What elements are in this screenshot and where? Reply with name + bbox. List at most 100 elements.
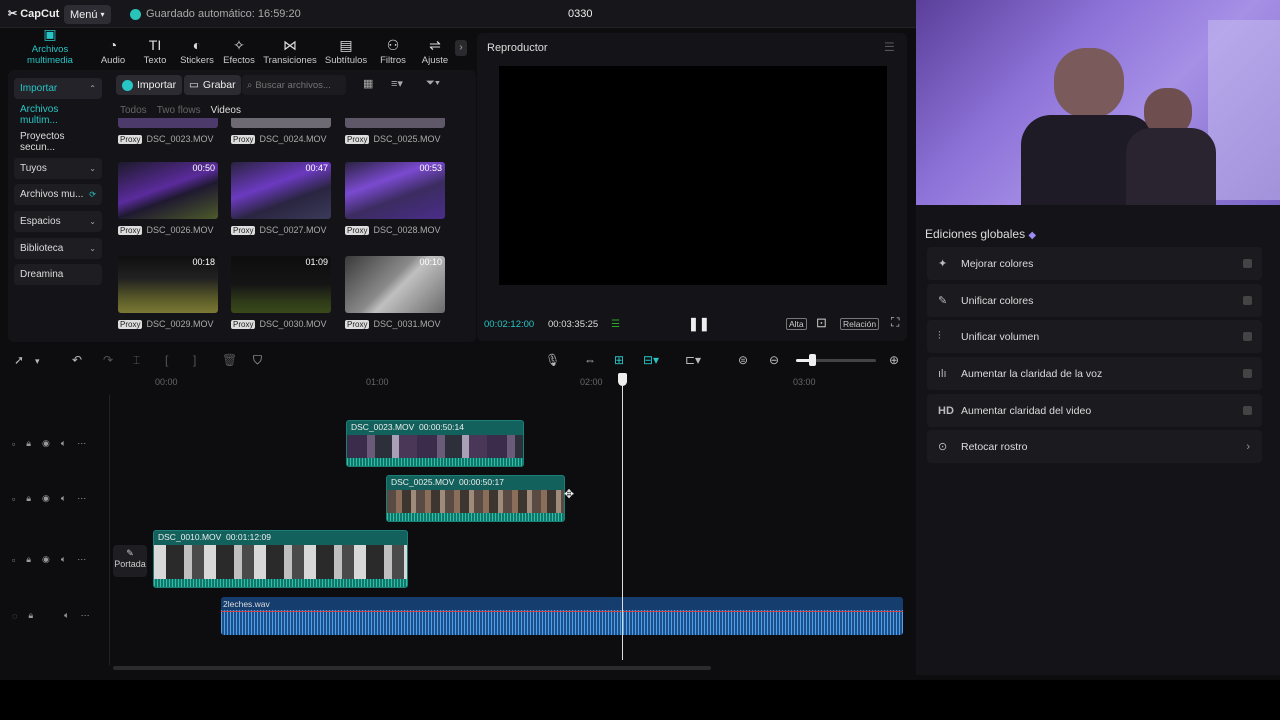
toggle[interactable] [1243,369,1252,378]
pause-icon[interactable]: ❚❚ [688,316,710,332]
filter-two-flows[interactable]: Two flows [157,105,201,116]
video-clip[interactable]: DSC_0023.MOV 00:00:50:14 [346,420,524,467]
video-clip[interactable]: DSC_0010.MOV 00:01:12:09 [153,530,408,588]
link-icon[interactable]: ⇔ [584,353,596,367]
tab-transitions[interactable]: ⋈ Transiciones [260,32,320,66]
chevron-down-icon[interactable]: ▾ [35,356,40,367]
video-preview[interactable] [499,66,887,285]
more-icon[interactable]: ⋯ [77,554,86,565]
horizontal-scrollbar[interactable] [113,666,711,670]
menu-button[interactable]: Menú ▾ [64,5,111,24]
lock-icon[interactable]: 🔒︎ [26,438,31,449]
time-ruler[interactable] [110,374,910,388]
media-item[interactable]: 01:09 Proxy DSC_0030.MOV [231,256,333,329]
linkage-icon[interactable]: ⊟▾ [643,353,659,367]
eye-icon[interactable]: ◉ [42,493,50,504]
filter-videos[interactable]: Videos [211,105,241,116]
import-button[interactable]: Importar [116,75,183,95]
zoom-out-icon[interactable]: ⊖ [769,353,779,367]
fullscreen-icon[interactable]: ⛶ [891,315,899,330]
tab-adjust[interactable]: ⇌ Ajuste [414,32,456,66]
split-icon[interactable]: ⌶ [133,353,140,368]
select-tool-icon[interactable]: ➚ [14,353,24,367]
microphone-icon[interactable]: 🎙 [545,353,560,367]
media-item[interactable]: 00:18 Proxy DSC_0029.MOV [118,256,220,329]
feature-unify-colors[interactable]: ✎ Unificar colores [927,284,1262,317]
cover-button[interactable]: ✎ Portada [113,545,147,577]
sidebar-item-yours[interactable]: Tuyos ⌄ [14,157,102,179]
speaker-icon[interactable]: 🔈︎ [64,610,69,621]
audio-clip[interactable]: 2leches.wav [221,597,903,635]
speaker-icon[interactable]: 🔈︎ [61,554,66,565]
filter-icon[interactable]: ⏷▾ [426,77,440,90]
sort-icon[interactable]: ≡▾ [391,77,403,90]
menu-icon[interactable]: ☰ [884,40,895,54]
media-item[interactable]: 00:10 Proxy DSC_0031.MOV [345,256,447,329]
quality-button[interactable]: Alta [786,318,807,330]
feature-video-clarity[interactable]: HD Aumentar claridad del video [927,394,1262,427]
trim-left-icon[interactable]: [ [165,353,168,367]
tab-text[interactable]: TI Texto [134,32,176,66]
feature-enhance-colors[interactable]: ✦ Mejorar colores [927,247,1262,280]
media-item[interactable]: Proxy DSC_0025.MOV [345,118,447,144]
sidebar-item-secondary-projects[interactable]: Proyectos secun... [14,131,102,153]
shield-icon[interactable]: ⛉ [253,353,262,368]
more-icon[interactable]: ⋯ [77,438,86,449]
ratio-button[interactable]: Relación [840,318,880,330]
filter-all[interactable]: Todos [120,105,147,116]
media-item[interactable]: 00:53 Proxy DSC_0028.MOV [345,162,447,235]
ruler-label: 03:00 [793,377,816,387]
tab-filters[interactable]: ⚇ Filtros [372,32,414,66]
media-item[interactable]: 00:50 Proxy DSC_0026.MOV [118,162,220,235]
lock-icon[interactable]: 🔒︎ [28,610,33,621]
media-item[interactable]: Proxy DSC_0024.MOV [231,118,333,144]
tab-effects[interactable]: ✧ Efectos [218,32,260,66]
redo-icon[interactable]: ↷ [103,353,113,367]
toggle[interactable] [1243,406,1252,415]
feature-unify-volume[interactable]: ⫶ Unificar volumen [927,320,1262,353]
feature-face-retouch[interactable]: ⊙ Retocar rostro › [927,430,1262,463]
media-item[interactable]: 00:47 Proxy DSC_0027.MOV [231,162,333,235]
zoom-fit-icon[interactable]: ⊡ [816,315,827,331]
playhead[interactable] [622,374,623,660]
eye-icon[interactable]: ◉ [42,554,50,565]
captions-icon[interactable]: ⊜ [738,353,748,367]
preview-axis-icon[interactable]: ⊏▾ [685,353,701,367]
feature-voice-clarity[interactable]: ılı Aumentar la claridad de la voz [927,357,1262,390]
zoom-in-icon[interactable]: ⊕ [889,353,899,367]
search-input[interactable] [255,79,341,91]
tab-audio[interactable]: ◔ Audio [92,32,134,66]
toggle[interactable] [1243,296,1252,305]
undo-icon[interactable]: ↶ [72,353,82,367]
chevron-right-icon[interactable]: › [455,40,467,56]
speaker-icon[interactable]: 🔈︎ [61,438,66,449]
lock-icon[interactable]: 🔒︎ [26,493,31,504]
tab-media[interactable]: ▣ Archivos multimedia [8,27,92,66]
trim-right-icon[interactable]: ] [193,353,196,367]
sidebar-item-library[interactable]: Biblioteca ⌄ [14,237,102,259]
record-button[interactable]: ▭ Grabar [184,75,241,95]
chevron-down-icon: ⌄ [89,243,96,253]
video-clip[interactable]: DSC_0025.MOV 00:00:50:17 [386,475,565,522]
toggle[interactable] [1243,332,1252,341]
sidebar-item-import[interactable]: Importar ⌃ [14,78,102,99]
toggle[interactable] [1243,259,1252,268]
sidebar-item-dreamina[interactable]: Dreamina [14,264,102,286]
sidebar-item-media-files-2[interactable]: Archivos mu... ⟳ [14,184,102,206]
grid-view-icon[interactable]: ▦ [363,77,373,90]
tab-stickers[interactable]: ◐ Stickers [176,32,218,66]
magnet-icon[interactable]: ⊞ [614,353,624,367]
tab-subtitles[interactable]: ▤ Subtítulos [320,32,372,66]
timeline-icon[interactable]: ☰ [611,319,620,330]
playhead-handle[interactable] [618,373,627,386]
sidebar-item-spaces[interactable]: Espacios ⌄ [14,210,102,232]
zoom-slider-handle[interactable] [809,354,816,366]
sidebar-item-media-files[interactable]: Archivos multim... [14,104,102,126]
media-item[interactable]: Proxy DSC_0023.MOV [118,118,220,144]
eye-icon[interactable]: ◉ [42,438,50,449]
delete-icon[interactable]: 🗑 [222,353,237,367]
more-icon[interactable]: ⋯ [77,493,86,504]
more-icon[interactable]: ⋯ [81,610,90,621]
lock-icon[interactable]: 🔒︎ [26,554,31,565]
speaker-icon[interactable]: 🔈︎ [61,493,66,504]
